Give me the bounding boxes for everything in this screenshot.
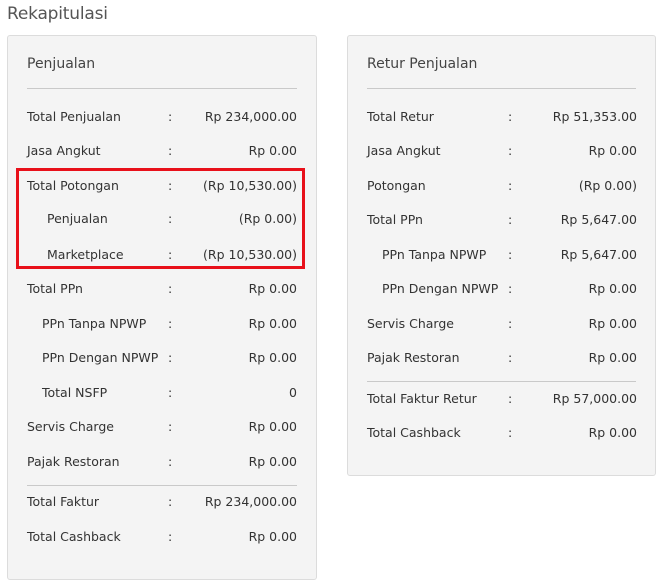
row-label: Total PPn [27, 281, 83, 296]
row-colon: : [168, 316, 173, 331]
row-label: PPn Tanpa NPWP [382, 247, 487, 262]
row-colon: : [508, 281, 513, 296]
row-value: Rp 5,647.00 [560, 212, 637, 227]
divider [27, 485, 297, 486]
row-value: Rp 0.00 [588, 350, 637, 365]
row-colon: : [508, 350, 513, 365]
row-jasa-angkut: Jasa Angkut : Rp 0.00 [8, 141, 316, 161]
row-label: PPn Dengan NPWP [382, 281, 499, 296]
page-title: Rekapitulasi [7, 4, 108, 24]
row-colon: : [508, 178, 513, 193]
row-total-cashback: Total Cashback : Rp 0.00 [348, 423, 655, 443]
row-total-cashback: Total Cashback : Rp 0.00 [8, 527, 316, 547]
row-label: Total Faktur Retur [367, 391, 477, 406]
row-colon: : [168, 454, 173, 469]
sales-return-summary-panel: Retur Penjualan Total Retur : Rp 51,353.… [347, 35, 656, 476]
row-total-faktur-retur: Total Faktur Retur : Rp 57,000.00 [348, 389, 655, 409]
row-potongan: Potongan : (Rp 0.00) [348, 176, 655, 196]
row-label: Potongan [367, 178, 426, 193]
row-label: PPn Dengan NPWP [42, 350, 159, 365]
row-colon: : [168, 109, 173, 124]
row-colon: : [168, 350, 173, 365]
row-colon: : [168, 281, 173, 296]
row-ppn-tanpa-npwp: PPn Tanpa NPWP : Rp 5,647.00 [348, 245, 655, 265]
divider [367, 381, 636, 382]
row-label: Servis Charge [367, 316, 454, 331]
row-value: Rp 0.00 [588, 316, 637, 331]
row-value: Rp 0.00 [248, 419, 297, 434]
row-total-ppn: Total PPn : Rp 5,647.00 [348, 210, 655, 230]
row-pajak-restoran: Pajak Restoran : Rp 0.00 [8, 452, 316, 472]
panel-title: Penjualan [27, 56, 96, 72]
row-label: Pajak Restoran [27, 454, 120, 469]
row-pajak-restoran: Pajak Restoran : Rp 0.00 [348, 348, 655, 368]
row-colon: : [168, 385, 173, 400]
row-colon: : [508, 143, 513, 158]
row-label: Total Penjualan [27, 109, 121, 124]
row-colon: : [168, 529, 173, 544]
row-colon: : [168, 419, 173, 434]
row-label: Pajak Restoran [367, 350, 460, 365]
row-value: Rp 51,353.00 [552, 109, 637, 124]
row-label: Jasa Angkut [27, 143, 101, 158]
row-value: Rp 234,000.00 [204, 494, 297, 509]
row-colon: : [508, 247, 513, 262]
divider [27, 88, 297, 89]
row-colon: : [508, 425, 513, 440]
row-total-retur: Total Retur : Rp 51,353.00 [348, 107, 655, 127]
row-label: Total Retur [367, 109, 434, 124]
row-ppn-tanpa-npwp: PPn Tanpa NPWP : Rp 0.00 [8, 314, 316, 334]
row-total-penjualan: Total Penjualan : Rp 234,000.00 [8, 107, 316, 127]
row-colon: : [508, 316, 513, 331]
row-colon: : [508, 212, 513, 227]
row-label: Total Cashback [27, 529, 121, 544]
row-label: Total Cashback [367, 425, 461, 440]
row-servis-charge: Servis Charge : Rp 0.00 [8, 417, 316, 437]
row-value: Rp 0.00 [588, 425, 637, 440]
highlight-box [16, 168, 305, 269]
row-ppn-dengan-npwp: PPn Dengan NPWP : Rp 0.00 [8, 348, 316, 368]
row-value: Rp 0.00 [248, 454, 297, 469]
row-total-ppn: Total PPn : Rp 0.00 [8, 279, 316, 299]
row-colon: : [508, 391, 513, 406]
row-label: Total PPn [367, 212, 423, 227]
row-value: Rp 0.00 [248, 281, 297, 296]
row-total-faktur: Total Faktur : Rp 234,000.00 [8, 492, 316, 512]
row-value: Rp 0.00 [248, 143, 297, 158]
row-value: Rp 5,647.00 [560, 247, 637, 262]
row-label: Jasa Angkut [367, 143, 441, 158]
row-total-nsfp: Total NSFP : 0 [8, 383, 316, 403]
row-label: Total NSFP [42, 385, 108, 400]
row-value: Rp 0.00 [248, 316, 297, 331]
row-value: (Rp 0.00) [578, 178, 637, 193]
row-value: 0 [289, 385, 297, 400]
row-value: Rp 234,000.00 [204, 109, 297, 124]
divider [367, 88, 636, 89]
row-label: Servis Charge [27, 419, 114, 434]
row-jasa-angkut: Jasa Angkut : Rp 0.00 [348, 141, 655, 161]
row-value: Rp 0.00 [588, 143, 637, 158]
row-value: Rp 0.00 [588, 281, 637, 296]
row-label: PPn Tanpa NPWP [42, 316, 147, 331]
row-value: Rp 57,000.00 [552, 391, 637, 406]
row-ppn-dengan-npwp: PPn Dengan NPWP : Rp 0.00 [348, 279, 655, 299]
sales-summary-panel: Penjualan Total Penjualan : Rp 234,000.0… [7, 35, 317, 580]
row-label: Total Faktur [27, 494, 100, 509]
row-value: Rp 0.00 [248, 350, 297, 365]
row-value: Rp 0.00 [248, 529, 297, 544]
row-colon: : [168, 143, 173, 158]
row-colon: : [508, 109, 513, 124]
panel-title: Retur Penjualan [367, 56, 478, 72]
row-colon: : [168, 494, 173, 509]
row-servis-charge: Servis Charge : Rp 0.00 [348, 314, 655, 334]
